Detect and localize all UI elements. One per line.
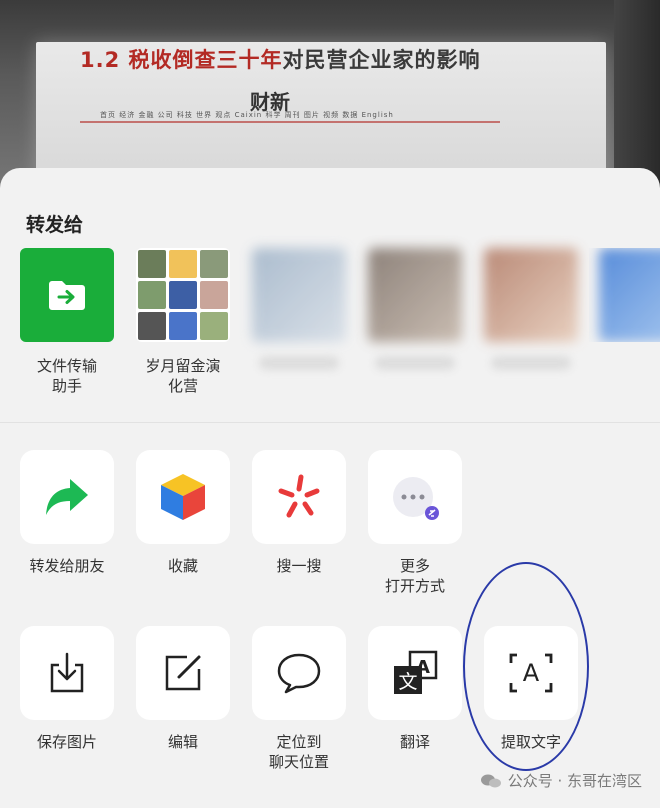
contact-blurred[interactable] <box>241 248 357 370</box>
translate-icon: A 文 <box>368 626 462 720</box>
slide-nav: 首页 经济 金融 公司 科技 世界 观点 Caixin 科学 周刊 图片 视频 … <box>100 111 394 119</box>
action-label: 更多 打开方式 <box>384 557 445 595</box>
action-label: 定位到 聊天位置 <box>268 733 329 771</box>
forward-to-friend-button[interactable]: 转发给朋友 <box>9 450 125 576</box>
action-label: 搜一搜 <box>276 557 322 575</box>
group-avatar-icon <box>136 248 230 342</box>
download-icon <box>20 626 114 720</box>
more-open-options-button[interactable]: 更多 打开方式 <box>357 450 473 596</box>
slide-title-dark: 对民营企业家的影响 <box>282 48 481 72</box>
favorite-button[interactable]: 收藏 <box>125 450 241 576</box>
action-label: 收藏 <box>167 557 198 575</box>
more-icon <box>368 450 462 544</box>
extract-text-icon: A <box>484 626 578 720</box>
extract-text-button[interactable]: A 提取文字 <box>473 626 589 752</box>
svg-text:A: A <box>523 659 540 687</box>
background-photo: 1.2 税收倒查三十年对民营企业家的影响 财新 首页 经济 金融 公司 科技 世… <box>0 0 660 190</box>
search-button[interactable]: 搜一搜 <box>241 450 357 576</box>
action-label: 保存图片 <box>36 733 97 751</box>
blurred-label <box>491 356 571 370</box>
cube-icon <box>136 450 230 544</box>
edit-button[interactable]: 编辑 <box>125 626 241 752</box>
blurred-label <box>259 356 339 370</box>
action-label: 翻译 <box>399 733 430 751</box>
search-star-icon <box>252 450 346 544</box>
watermark-text: 公众号 · 东哥在湾区 <box>507 772 642 790</box>
contact-label: 岁月留金演 化营 <box>145 357 221 395</box>
slide-title: 1.2 税收倒查三十年对民营企业家的影响 <box>80 44 481 74</box>
contact-group[interactable]: 岁月留金演 化营 <box>125 248 241 396</box>
contact-blurred[interactable] <box>473 248 589 370</box>
blurred-avatar <box>484 248 578 342</box>
slide-divider <box>80 121 500 123</box>
translate-button[interactable]: A 文 翻译 <box>357 626 473 752</box>
contact-list[interactable]: 文件传输 助手 岁月留金演 化营 <box>0 248 660 398</box>
blurred-label <box>375 356 455 370</box>
blurred-avatar <box>252 248 346 342</box>
contact-blurred[interactable] <box>357 248 473 370</box>
share-title: 转发给 <box>26 214 84 236</box>
watermark: 公众号 · 东哥在湾区 <box>480 770 642 791</box>
action-label: 提取文字 <box>500 733 561 751</box>
action-label: 转发给朋友 <box>29 557 105 575</box>
contact-label: 文件传输 助手 <box>36 357 97 395</box>
locate-in-chat-button[interactable]: 定位到 聊天位置 <box>241 626 357 772</box>
contact-blurred[interactable] <box>589 248 660 342</box>
room-edge <box>614 0 660 190</box>
blurred-avatar <box>599 248 660 342</box>
contact-file-transfer[interactable]: 文件传输 助手 <box>9 248 125 396</box>
svg-text:文: 文 <box>398 671 417 693</box>
share-sheet: 转发给 文件传输 助手 岁月留金演 化营 转发给朋友 收藏 搜一搜 更多 打开方… <box>0 168 660 808</box>
edit-icon <box>136 626 230 720</box>
folder-forward-icon <box>20 248 114 342</box>
forward-arrow-icon <box>20 450 114 544</box>
save-image-button[interactable]: 保存图片 <box>9 626 125 752</box>
slide-title-red: 1.2 税收倒查三十年 <box>80 48 283 72</box>
blurred-avatar <box>368 248 462 342</box>
action-label: 编辑 <box>167 733 198 751</box>
wechat-icon <box>480 774 501 787</box>
chat-bubble-icon <box>252 626 346 720</box>
divider <box>0 422 660 423</box>
